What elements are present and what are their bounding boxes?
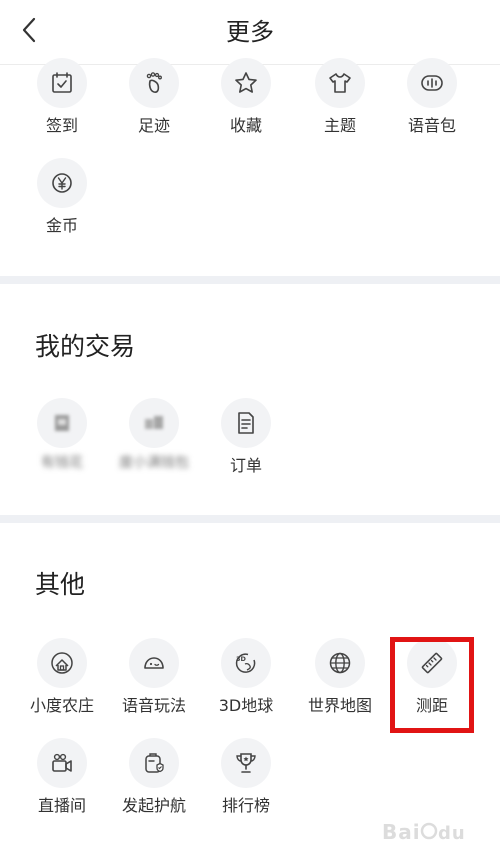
coins-item[interactable]: 金币	[16, 158, 108, 248]
world-map-item[interactable]: 世界地图	[294, 638, 386, 728]
star-icon	[221, 58, 271, 108]
footprint-label: 足迹	[137, 116, 170, 135]
voice-play-item[interactable]: 语音玩法	[108, 638, 200, 728]
svg-text:3D: 3D	[236, 655, 247, 663]
escort-item[interactable]: 发起护航	[108, 738, 200, 828]
orders-label: 订单	[229, 456, 262, 475]
calendar-check-icon	[37, 58, 87, 108]
coins-label: 金币	[45, 216, 78, 235]
signin-item[interactable]: 签到	[16, 58, 108, 148]
trade-item-1-label: 有钱花	[41, 455, 83, 471]
tshirt-icon	[315, 58, 365, 108]
farm-item[interactable]: 小度农庄	[16, 638, 108, 728]
top-bar: 更多	[0, 0, 500, 65]
leaderboard-label: 排行榜	[221, 796, 270, 815]
section-divider	[0, 515, 500, 523]
favorites-label: 收藏	[229, 116, 262, 135]
theme-label: 主题	[323, 116, 356, 135]
world-globe-icon	[315, 638, 365, 688]
voice-toy-icon	[129, 638, 179, 688]
blurred-app-icon	[129, 398, 179, 448]
signin-label: 签到	[45, 116, 78, 135]
trade-section-title: 我的交易	[35, 332, 136, 361]
voice-pack-item[interactable]: 语音包	[386, 58, 478, 148]
farm-label: 小度农庄	[29, 696, 94, 715]
document-icon	[221, 398, 271, 448]
farm-house-icon	[37, 638, 87, 688]
baidu-jingyan-watermark: Bai du	[382, 819, 492, 851]
voice-pack-label: 语音包	[407, 116, 456, 135]
voice-wave-icon	[407, 58, 457, 108]
globe-3d-label: 3D地球	[218, 696, 274, 715]
live-room-item[interactable]: 直播间	[16, 738, 108, 828]
footprint-icon	[129, 58, 179, 108]
section-divider	[0, 276, 500, 284]
blurred-app-icon	[37, 398, 87, 448]
theme-item[interactable]: 主题	[294, 58, 386, 148]
footprint-item[interactable]: 足迹	[108, 58, 200, 148]
3d-globe-icon: 3D	[221, 638, 271, 688]
trophy-icon	[221, 738, 271, 788]
orders-item[interactable]: 订单	[200, 398, 292, 488]
favorites-item[interactable]: 收藏	[200, 58, 292, 148]
voice-play-label: 语音玩法	[121, 696, 186, 715]
leaderboard-item[interactable]: 排行榜	[200, 738, 292, 828]
svg-text:Bai: Bai	[382, 820, 421, 844]
trade-item-2-label: 度小满钱包	[119, 455, 189, 471]
yen-coin-icon	[37, 158, 87, 208]
live-room-label: 直播间	[37, 796, 86, 815]
live-camera-icon	[37, 738, 87, 788]
globe-3d-item[interactable]: 3D 3D地球	[200, 638, 292, 728]
svg-text:du: du	[438, 823, 466, 844]
other-section-title: 其他	[35, 570, 86, 599]
escort-label: 发起护航	[121, 796, 186, 815]
page-title: 更多	[226, 18, 274, 46]
world-map-label: 世界地图	[307, 696, 372, 715]
trade-item-2[interactable]: 度小满钱包	[108, 398, 200, 488]
trade-item-1[interactable]: 有钱花	[16, 398, 108, 488]
shield-escort-icon	[129, 738, 179, 788]
highlight-box	[390, 637, 474, 733]
